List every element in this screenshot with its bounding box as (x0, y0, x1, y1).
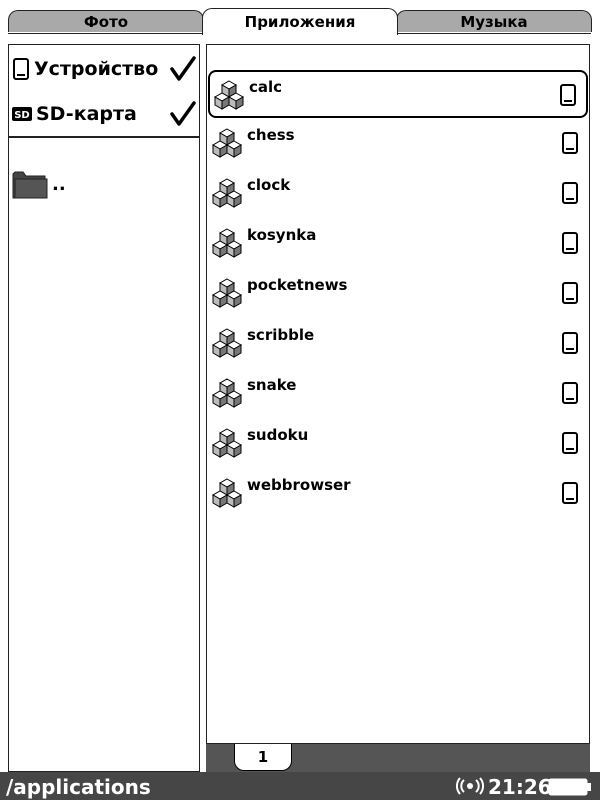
app-item[interactable]: calc (208, 70, 588, 118)
wifi-icon (456, 777, 484, 795)
folder-up[interactable]: .. (12, 166, 66, 202)
app-cube-icon (211, 228, 243, 258)
app-name: chess (247, 126, 295, 144)
storage-item-device[interactable]: Устройство (12, 51, 198, 87)
app-cube-icon (213, 80, 245, 110)
tab-music[interactable]: Музыка (396, 10, 592, 32)
app-cube-icon (211, 478, 243, 508)
folder-icon (12, 171, 48, 199)
app-name: snake (247, 376, 297, 394)
sd-card-icon: SD (12, 107, 32, 121)
app-name: kosynka (247, 226, 317, 244)
app-item[interactable]: snake (208, 370, 588, 418)
tab-applications[interactable]: Приложения (202, 8, 398, 35)
app-cube-icon (211, 278, 243, 308)
storage-item-sd-card[interactable]: SD SD-карта (12, 96, 198, 132)
tab-divider (8, 33, 203, 34)
battery-icon (548, 778, 591, 796)
storage-label: Устройство (34, 58, 159, 80)
page-number[interactable]: 1 (234, 744, 292, 771)
app-name: calc (249, 78, 283, 96)
app-name: webbrowser (247, 476, 351, 494)
checkmark-icon (170, 101, 196, 126)
app-cube-icon (211, 328, 243, 358)
app-cube-icon (211, 128, 243, 158)
storage-separator (8, 136, 200, 138)
app-name: clock (247, 176, 291, 194)
tab-bar: Фото Приложения Музыка (0, 0, 600, 35)
storage-panel (8, 44, 200, 772)
app-name: pocketnews (247, 276, 348, 294)
device-icon (562, 332, 578, 354)
device-icon (562, 182, 578, 204)
app-item[interactable]: webbrowser (208, 470, 588, 518)
clock: 21:26 (488, 775, 552, 799)
device-icon (562, 132, 578, 154)
device-icon (562, 432, 578, 454)
device-icon (562, 382, 578, 404)
svg-text:SD: SD (14, 110, 30, 121)
status-bar: /applications 21:26 (0, 772, 600, 800)
device-icon (562, 232, 578, 254)
app-item[interactable]: clock (208, 170, 588, 218)
app-cube-icon (211, 378, 243, 408)
app-item[interactable]: pocketnews (208, 270, 588, 318)
checkmark-icon (170, 56, 196, 81)
folder-label: .. (52, 173, 66, 195)
app-item[interactable]: kosynka (208, 220, 588, 268)
app-name: scribble (247, 326, 315, 344)
app-name: sudoku (247, 426, 309, 444)
device-icon (562, 282, 578, 304)
device-icon (560, 84, 576, 106)
tab-photo[interactable]: Фото (8, 10, 204, 32)
app-item[interactable]: chess (208, 120, 588, 168)
device-icon (562, 482, 578, 504)
app-cube-icon (211, 428, 243, 458)
device-icon (13, 58, 29, 80)
storage-label: SD-карта (36, 103, 137, 125)
app-item[interactable]: scribble (208, 320, 588, 368)
app-cube-icon (211, 178, 243, 208)
app-item[interactable]: sudoku (208, 420, 588, 468)
current-path: /applications (6, 775, 151, 799)
tab-divider (397, 33, 591, 34)
